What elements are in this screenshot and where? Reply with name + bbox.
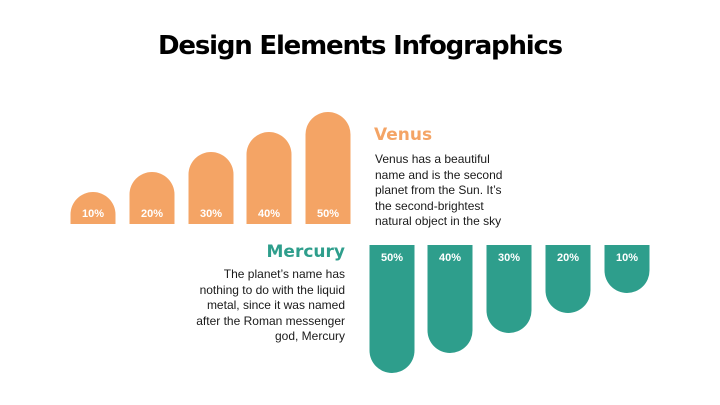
venus-title: Venus <box>374 125 433 145</box>
venus-bar-label: 20% <box>141 208 163 220</box>
infographic-chart: 10% 20% 30% 40% 50% 50% 40% 30% 20% 10% <box>70 112 650 373</box>
venus-bar-label: 30% <box>200 208 222 220</box>
mercury-title: Mercury <box>266 242 345 262</box>
venus-bar-label: 40% <box>258 208 280 220</box>
mercury-bar-label: 20% <box>557 252 579 264</box>
mercury-bar-label: 50% <box>381 252 403 264</box>
mercury-bar-label: 30% <box>498 252 520 264</box>
mercury-bar <box>369 245 415 373</box>
mercury-bar-label: 10% <box>616 252 638 264</box>
venus-description: Venus has a beautiful name and is the se… <box>375 152 503 228</box>
venus-bar-label: 50% <box>317 208 339 220</box>
venus-bar-label: 10% <box>82 208 104 220</box>
mercury-bar-label: 40% <box>439 252 461 264</box>
mercury-description: The planet’s name has nothing to do with… <box>196 267 345 343</box>
